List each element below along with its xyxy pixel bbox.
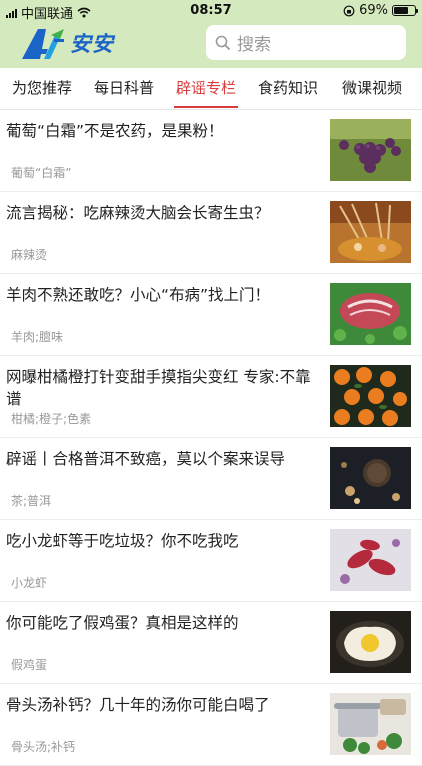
battery-icon <box>392 5 418 16</box>
article-tag: 茶;普洱 <box>11 494 52 508</box>
status-bar: 中国联通 08:57 69% <box>0 0 422 22</box>
article-tag: 柑橘;橙子;色素 <box>11 412 92 426</box>
tab-micro-video[interactable]: 微课视频 <box>340 68 404 110</box>
category-tabs: 为您推荐 每日科普 辟谣专栏 食药知识 微课视频 <box>0 68 422 110</box>
list-item[interactable]: 吃小龙虾等于吃垃圾？你不吃我吃 小龙虾 <box>0 520 422 602</box>
article-tag: 小龙虾 <box>11 576 48 590</box>
tab-recommended[interactable]: 为您推荐 <box>10 68 74 110</box>
article-title: 骨头汤补钙？几十年的汤你可能白喝了 <box>6 696 270 714</box>
search-placeholder: 搜索 <box>237 35 271 55</box>
article-tag: 麻辣烫 <box>11 248 48 262</box>
article-title: 葡萄“白霜”不是农药，是果粉！ <box>6 122 224 140</box>
oranges-thumbnail <box>330 365 411 427</box>
tab-rumor-debunk[interactable]: 辟谣专栏 <box>174 68 238 110</box>
list-item[interactable]: 葡萄“白霜”不是农药，是果粉！ 葡萄“白霜” <box>0 110 422 192</box>
article-tag: 葡萄“白霜” <box>11 166 72 180</box>
tab-daily-science[interactable]: 每日科普 <box>92 68 156 110</box>
top-header: 中国联通 08:57 69% 安安 搜索 <box>0 0 422 68</box>
puer-tea-thumbnail <box>330 447 411 509</box>
article-tag: 骨头汤;补钙 <box>11 740 76 754</box>
list-item[interactable]: 网曝柑橘橙打针变甜手摸指尖变红 专家:不靠谱 柑橘;橙子;色素 <box>0 356 422 438</box>
fried-egg-thumbnail <box>330 611 411 673</box>
article-title: 吃小龙虾等于吃垃圾？你不吃我吃 <box>6 532 239 550</box>
logo-text: 安安 <box>70 32 114 56</box>
tab-food-drug[interactable]: 食药知识 <box>256 68 320 110</box>
logo-mark-icon <box>22 29 64 59</box>
list-item[interactable]: 骨头汤补钙？几十年的汤你可能白喝了 骨头汤;补钙 <box>0 684 422 766</box>
list-item[interactable]: 流言揭秘：吃麻辣烫大脑会长寄生虫？ 麻辣烫 <box>0 192 422 274</box>
list-item[interactable]: 辟谣丨合格普洱不致癌，莫以个案来误导 茶;普洱 <box>0 438 422 520</box>
list-item[interactable]: 你可能吃了假鸡蛋？真相是这样的 假鸡蛋 <box>0 602 422 684</box>
app-logo: 安安 <box>20 25 114 61</box>
list-item[interactable]: 羊肉不熟还敢吃？小心“布病”找上门！ 羊肉;膻味 <box>0 274 422 356</box>
article-title: 羊肉不熟还敢吃？小心“布病”找上门！ <box>6 286 271 304</box>
article-title: 流言揭秘：吃麻辣烫大脑会长寄生虫？ <box>6 204 270 222</box>
article-tag: 假鸡蛋 <box>11 658 48 672</box>
search-icon <box>215 35 231 50</box>
grapes-thumbnail <box>330 119 411 181</box>
hotpot-thumbnail <box>330 201 411 263</box>
search-input[interactable]: 搜索 <box>206 25 406 60</box>
bone-soup-thumbnail <box>330 693 411 755</box>
crayfish-thumbnail <box>330 529 411 591</box>
article-tag: 羊肉;膻味 <box>11 330 64 344</box>
battery-percent: 69% <box>359 3 388 18</box>
lamb-thumbnail <box>330 283 411 345</box>
article-list: 葡萄“白霜”不是农药，是果粉！ 葡萄“白霜” 流言揭秘：吃麻辣烫大脑会长寄生虫？… <box>0 110 422 766</box>
orientation-lock-icon <box>343 5 355 16</box>
article-title: 网曝柑橘橙打针变甜手摸指尖变红 专家:不靠谱 <box>6 368 311 408</box>
article-title: 你可能吃了假鸡蛋？真相是这样的 <box>6 614 239 632</box>
article-title: 辟谣丨合格普洱不致癌，莫以个案来误导 <box>6 450 286 468</box>
